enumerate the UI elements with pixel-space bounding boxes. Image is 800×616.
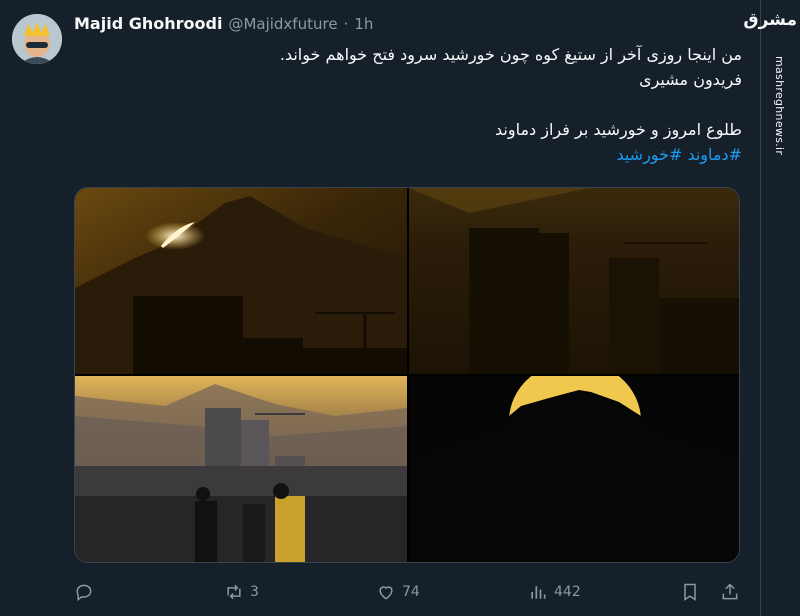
tweet-line-2: فریدون مشیری: [639, 70, 742, 89]
tweet-line-3: طلوع امروز و خورشید بر فراز دماوند: [495, 120, 742, 139]
bookmark-button[interactable]: [680, 578, 700, 606]
like-button[interactable]: 74: [376, 578, 420, 606]
retweet-icon: [227, 584, 241, 600]
tweet-time[interactable]: 1h: [354, 15, 373, 33]
author-handle[interactable]: @Majidxfuture: [228, 15, 337, 33]
share-button[interactable]: [720, 578, 740, 606]
views-button[interactable]: 442: [528, 578, 581, 606]
share-icon: [722, 583, 738, 600]
reply-icon: [76, 584, 92, 601]
bookmark-icon: [684, 583, 696, 601]
watermark-logo: مشرق: [743, 10, 797, 30]
tweet-line-1: من اینجا روزی آخر از ستیغ کوه چون خورشید…: [279, 45, 742, 64]
action-bar: 3 74 442: [74, 578, 746, 606]
photo-1[interactable]: [75, 188, 407, 374]
retweet-count: 3: [250, 584, 259, 600]
tweet[interactable]: Majid Ghohroodi @Majidxfuture · 1h من ای…: [0, 0, 760, 616]
views-chart-icon: [531, 586, 546, 599]
watermark-site: mashreghnews.ir: [773, 56, 786, 156]
separator-dot: ·: [343, 15, 349, 33]
photo-4[interactable]: [409, 376, 739, 562]
author-name[interactable]: Majid Ghohroodi: [74, 14, 222, 33]
heart-icon: [379, 586, 393, 600]
watermark-strip: مشرق mashreghnews.ir: [743, 0, 800, 616]
photo-3[interactable]: [75, 376, 407, 562]
media-grid: [74, 187, 740, 563]
tweet-header: Majid Ghohroodi @Majidxfuture · 1h: [74, 14, 373, 33]
retweet-button[interactable]: 3: [224, 578, 259, 606]
reply-button[interactable]: [74, 578, 94, 606]
like-count: 74: [402, 584, 420, 600]
avatar[interactable]: [12, 14, 62, 64]
photo-2[interactable]: [409, 188, 739, 374]
tweet-text: من اینجا روزی آخر از ستیغ کوه چون خورشید…: [74, 42, 742, 167]
hashtag-links[interactable]: #دماوند #خورشید: [74, 142, 742, 167]
views-count: 442: [554, 584, 581, 600]
